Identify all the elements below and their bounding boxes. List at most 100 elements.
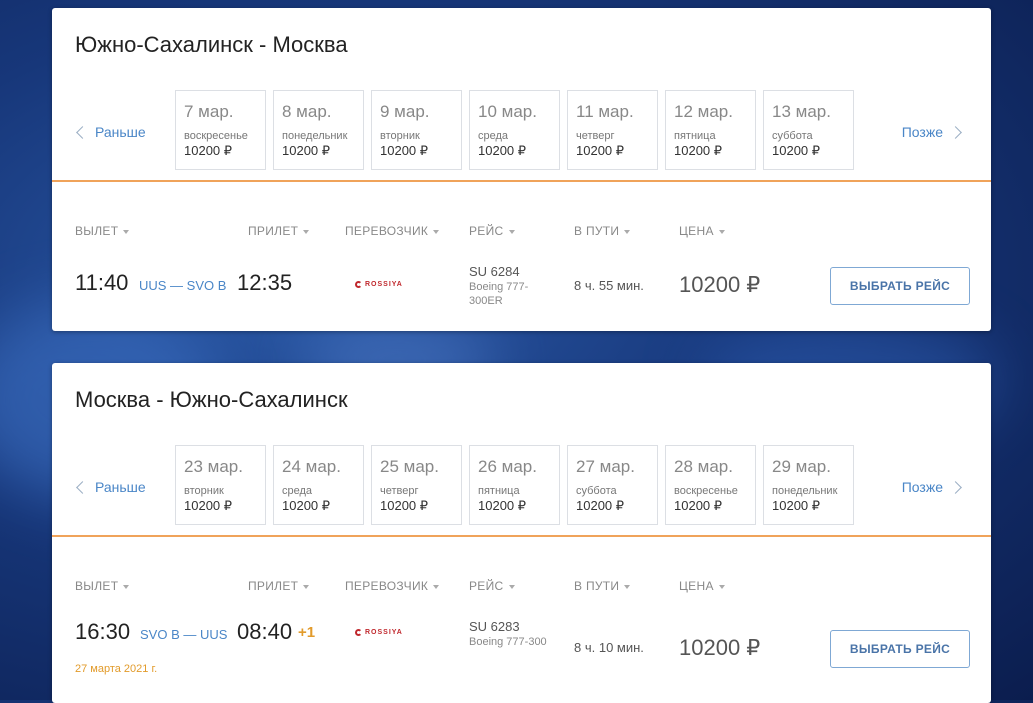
route-title: Южно-Сахалинск - Москва (75, 32, 348, 57)
arrival-time: 08:40 (237, 619, 293, 644)
sort-flight[interactable]: РЕЙС (469, 579, 515, 593)
date-option[interactable]: 11 мар. четверг 10200 ₽ (567, 90, 658, 170)
date-selector: 7 мар. воскресенье 10200 ₽ 8 мар. понеде… (175, 90, 854, 170)
date-option[interactable]: 28 мар. воскресенье 10200 ₽ (665, 445, 756, 525)
weekday-label: среда (282, 485, 313, 497)
sort-departure[interactable]: ВЫЛЕТ (75, 579, 130, 593)
sort-caret-icon (508, 229, 515, 234)
date-selector: 23 мар. вторник 10200 ₽ 24 мар. среда 10… (175, 445, 854, 525)
arrival-time: 12:35 (237, 270, 293, 295)
date-option[interactable]: 12 мар. пятница 10200 ₽ (665, 90, 756, 170)
weekday-label: понедельник (282, 130, 348, 142)
date-option[interactable]: 10 мар. среда 10200 ₽ (469, 90, 560, 170)
route-airports: SVO B — UUS (140, 627, 228, 642)
date-price: 10200 ₽ (772, 498, 821, 513)
later-dates-button[interactable]: Позже (902, 479, 962, 495)
date-option[interactable]: 13 мар. суббота 10200 ₽ (763, 90, 854, 170)
date-price: 10200 ₽ (478, 498, 527, 513)
sort-arrival[interactable]: ПРИЛЕТ (248, 224, 310, 238)
date-option[interactable]: 26 мар. пятница 10200 ₽ (469, 445, 560, 525)
weekday-label: вторник (380, 130, 420, 142)
sort-caret-icon (718, 584, 725, 589)
aircraft-type: Boeing 777-300 (469, 636, 547, 648)
weekday-label: четверг (380, 485, 419, 497)
weekday-label: вторник (184, 485, 224, 497)
weekday-label: воскресенье (674, 485, 738, 497)
date-label: 11 мар. (576, 102, 634, 121)
rossiya-logo-icon (355, 281, 362, 288)
later-label: Позже (901, 124, 943, 140)
divider (52, 180, 991, 182)
date-option[interactable]: 27 мар. суббота 10200 ₽ (567, 445, 658, 525)
date-option[interactable]: 25 мар. четверг 10200 ₽ (371, 445, 462, 525)
chevron-right-icon (949, 125, 962, 139)
weekday-label: суббота (576, 485, 617, 497)
date-option[interactable]: 29 мар. понедельник 10200 ₽ (763, 445, 854, 525)
header-label: ВЫЛЕТ (75, 579, 119, 593)
sort-arrival[interactable]: ПРИЛЕТ (248, 579, 310, 593)
sort-duration[interactable]: В ПУТИ (574, 224, 631, 238)
header-label: ПРИЛЕТ (248, 224, 299, 238)
date-label: 25 мар. (380, 457, 439, 476)
sort-flight[interactable]: РЕЙС (469, 224, 515, 238)
date-label: 9 мар. (380, 102, 430, 121)
date-price: 10200 ₽ (184, 498, 233, 513)
arrival-date-note: 27 марта 2021 г. (75, 663, 158, 675)
date-option[interactable]: 24 мар. среда 10200 ₽ (273, 445, 364, 525)
weekday-label: пятница (674, 130, 716, 142)
date-label: 23 мар. (184, 457, 243, 476)
flight-card-outbound: Южно-Сахалинск - Москва Раньше 7 мар. во… (52, 8, 991, 331)
weekday-label: суббота (772, 130, 813, 142)
date-option[interactable]: 23 мар. вторник 10200 ₽ (175, 445, 266, 525)
carrier-logo: ROSSIYA (355, 281, 403, 288)
weekday-label: воскресенье (184, 130, 248, 142)
date-price: 10200 ₽ (576, 498, 625, 513)
sort-caret-icon (718, 229, 725, 234)
sort-price[interactable]: ЦЕНА (679, 224, 725, 238)
date-label: 12 мар. (674, 102, 733, 121)
date-price: 10200 ₽ (674, 498, 723, 513)
date-label: 29 мар. (772, 457, 831, 476)
sort-caret-icon (303, 229, 310, 234)
header-label: В ПУТИ (574, 224, 620, 238)
date-label: 8 мар. (282, 102, 332, 121)
earlier-dates-button[interactable]: Раньше (76, 479, 146, 495)
sort-duration[interactable]: В ПУТИ (574, 579, 631, 593)
sort-carrier[interactable]: ПЕРЕВОЗЧИК (345, 224, 440, 238)
earlier-dates-button[interactable]: Раньше (76, 124, 146, 140)
date-option[interactable]: 9 мар. вторник 10200 ₽ (371, 90, 462, 170)
flight-duration: 8 ч. 10 мин. (574, 640, 644, 655)
date-price: 10200 ₽ (184, 143, 233, 158)
sort-departure[interactable]: ВЫЛЕТ (75, 224, 130, 238)
flight-number: SU 6283 (469, 619, 520, 634)
header-label: ПЕРЕВОЗЧИК (345, 579, 429, 593)
date-label: 26 мар. (478, 457, 537, 476)
sort-caret-icon (508, 584, 515, 589)
date-option[interactable]: 8 мар. понедельник 10200 ₽ (273, 90, 364, 170)
later-dates-button[interactable]: Позже (901, 124, 962, 140)
date-price: 10200 ₽ (380, 498, 429, 513)
sort-price[interactable]: ЦЕНА (679, 579, 725, 593)
sort-caret-icon (303, 584, 310, 589)
date-label: 27 мар. (576, 457, 635, 476)
departure-time: 11:40 (75, 270, 129, 295)
select-flight-button[interactable]: ВЫБРАТЬ РЕЙС (830, 630, 970, 668)
header-label: РЕЙС (469, 224, 504, 238)
header-label: РЕЙС (469, 579, 504, 593)
header-label: ПРИЛЕТ (248, 579, 299, 593)
date-label: 13 мар. (772, 102, 831, 121)
flight-price: 10200 ₽ (679, 635, 761, 660)
flight-price: 10200 ₽ (679, 272, 761, 297)
date-price: 10200 ₽ (282, 143, 331, 158)
date-price: 10200 ₽ (380, 143, 429, 158)
sort-caret-icon (624, 229, 631, 234)
date-label: 28 мар. (674, 457, 733, 476)
chevron-left-icon (76, 125, 89, 139)
divider (52, 535, 991, 537)
chevron-right-icon (949, 480, 962, 494)
flight-duration: 8 ч. 55 мин. (574, 278, 644, 293)
select-flight-button[interactable]: ВЫБРАТЬ РЕЙС (830, 267, 970, 305)
sort-carrier[interactable]: ПЕРЕВОЗЧИК (345, 579, 440, 593)
date-option[interactable]: 7 мар. воскресенье 10200 ₽ (175, 90, 266, 170)
carrier-name: ROSSIYA (365, 629, 403, 636)
